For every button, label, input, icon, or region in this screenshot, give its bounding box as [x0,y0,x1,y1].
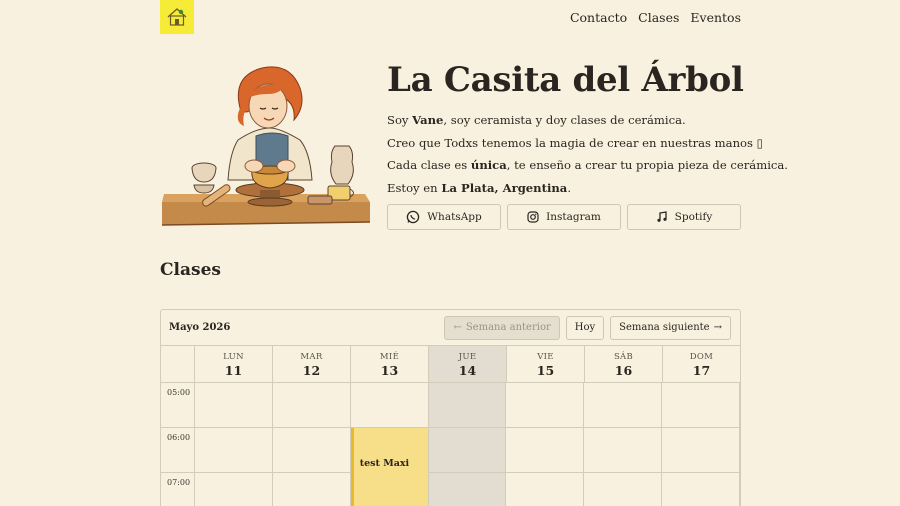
today-label: Hoy [574,322,596,333]
day-name: SÁB [613,352,634,362]
hour-label: 07:00 [161,473,195,506]
nav-eventos[interactable]: Eventos [690,10,741,25]
calendar-slot[interactable] [662,473,740,506]
calendar-slot[interactable] [351,383,429,427]
today-button[interactable]: Hoy [565,315,605,340]
day-number: 16 [614,363,633,378]
music-note-icon [657,211,667,222]
day-number: 12 [302,363,321,378]
hour-row: 06:00 test Maxi [161,428,740,506]
calendar-slot[interactable] [428,473,507,506]
bio-text: . [567,181,571,196]
instagram-button[interactable]: Instagram [507,204,621,230]
prev-week-label: Semana anterior [465,322,551,333]
hour-label: 06:00 [161,428,195,472]
day-header-fri: VIE 15 [507,346,585,382]
instagram-label: Instagram [546,211,601,223]
logo[interactable] [160,0,194,34]
time-column-header [161,346,195,382]
calendar-slot[interactable] [195,428,273,472]
day-name: MAR [300,352,323,362]
calendar-slot[interactable] [662,383,740,427]
day-number: 15 [536,363,555,378]
bio-line-2: Creo que Todxs tenemos la magia de crear… [387,135,764,150]
week-calendar: Mayo 2026 ← Semana anterior Hoy Semana s… [160,309,741,506]
bio: Soy Vane, soy ceramista y doy clases de … [387,109,788,200]
day-header-sun: DOM 17 [663,346,740,382]
day-number: 11 [224,363,243,378]
calendar-slot[interactable] [584,428,663,472]
bio-emphasis: única [470,158,507,173]
calendar-nav: ← Semana anterior Hoy Semana siguiente → [444,315,731,340]
calendar-header: LUN 11 MAR 12 MIÉ 13 JUE 14 VIE 15 SÁB 1… [161,346,740,383]
day-header-thu: JUE 14 [429,346,507,382]
calendar-slot[interactable] [506,428,585,472]
house-icon [167,8,187,26]
calendar-slot[interactable] [584,473,663,506]
day-number: 14 [458,363,477,378]
potter-illustration [161,66,371,226]
whatsapp-label: WhatsApp [427,211,482,223]
calendar-toolbar: Mayo 2026 ← Semana anterior Hoy Semana s… [161,310,740,346]
day-header-mon: LUN 11 [195,346,273,382]
bio-location: La Plata, Argentina [441,181,568,196]
calendar-slot[interactable] [195,383,273,427]
day-number: 13 [380,363,399,378]
hour-row: 05:00 [161,383,740,428]
page-title: La Casita del Árbol [387,60,744,100]
calendar-slot[interactable]: test Maxi [350,428,429,506]
bio-name: Vane [412,113,444,127]
calendar-month: Mayo 2026 [169,322,231,333]
calendar-slot[interactable] [273,428,351,472]
day-name: MIÉ [379,352,400,362]
bio-text: , te enseño a crear tu propia pieza de c… [506,158,788,173]
next-week-label: Semana siguiente [619,322,710,333]
hour-label: 05:00 [161,383,195,427]
social-links: WhatsApp Instagram Spotify [387,204,741,230]
nav-clases[interactable]: Clases [638,10,679,25]
instagram-icon [527,211,539,223]
bio-line-1: Soy Vane, soy ceramista y doy clases de … [387,109,788,132]
arrow-left-icon: ← [453,322,462,333]
bio-text: Cada clase es [387,158,471,173]
main-nav: Contacto Clases Eventos [570,10,741,25]
calendar-slot[interactable] [428,428,507,472]
day-name: VIE [537,352,554,362]
bio-text: Estoy en [387,181,442,196]
day-name: JUE [458,352,477,362]
bio-text: Soy [387,113,413,127]
whatsapp-icon [407,210,420,224]
day-name: LUN [223,352,244,362]
day-header-sat: SÁB 16 [585,346,663,382]
hour-row: 07:00 [161,473,740,506]
classes-title: Clases [160,260,221,280]
calendar-slot[interactable] [195,473,273,506]
calendar-slot[interactable] [662,428,740,472]
calendar-slot[interactable] [584,383,663,427]
calendar-event[interactable]: test Maxi [350,428,428,506]
prev-week-button[interactable]: ← Semana anterior [444,315,560,340]
calendar-slot[interactable] [428,383,507,427]
bio-text: , soy ceramista y doy clases de cerámica… [443,113,686,127]
day-header-tue: MAR 12 [273,346,351,382]
calendar-slot[interactable] [273,383,351,427]
nav-contacto[interactable]: Contacto [570,10,627,25]
calendar-slot[interactable] [506,473,585,506]
next-week-button[interactable]: Semana siguiente → [610,315,731,340]
bio-line-3: Cada clase es única, te enseño a crear t… [387,154,788,177]
calendar-slot[interactable] [273,473,351,506]
calendar-slot[interactable] [506,383,585,427]
day-name: DOM [689,352,714,362]
whatsapp-button[interactable]: WhatsApp [387,204,501,230]
arrow-right-icon: → [713,322,722,333]
bio-line-4: Estoy en La Plata, Argentina. [387,177,788,200]
spotify-label: Spotify [674,211,713,223]
day-header-wed: MIÉ 13 [351,346,429,382]
day-number: 17 [692,363,711,378]
spotify-button[interactable]: Spotify [627,204,741,230]
